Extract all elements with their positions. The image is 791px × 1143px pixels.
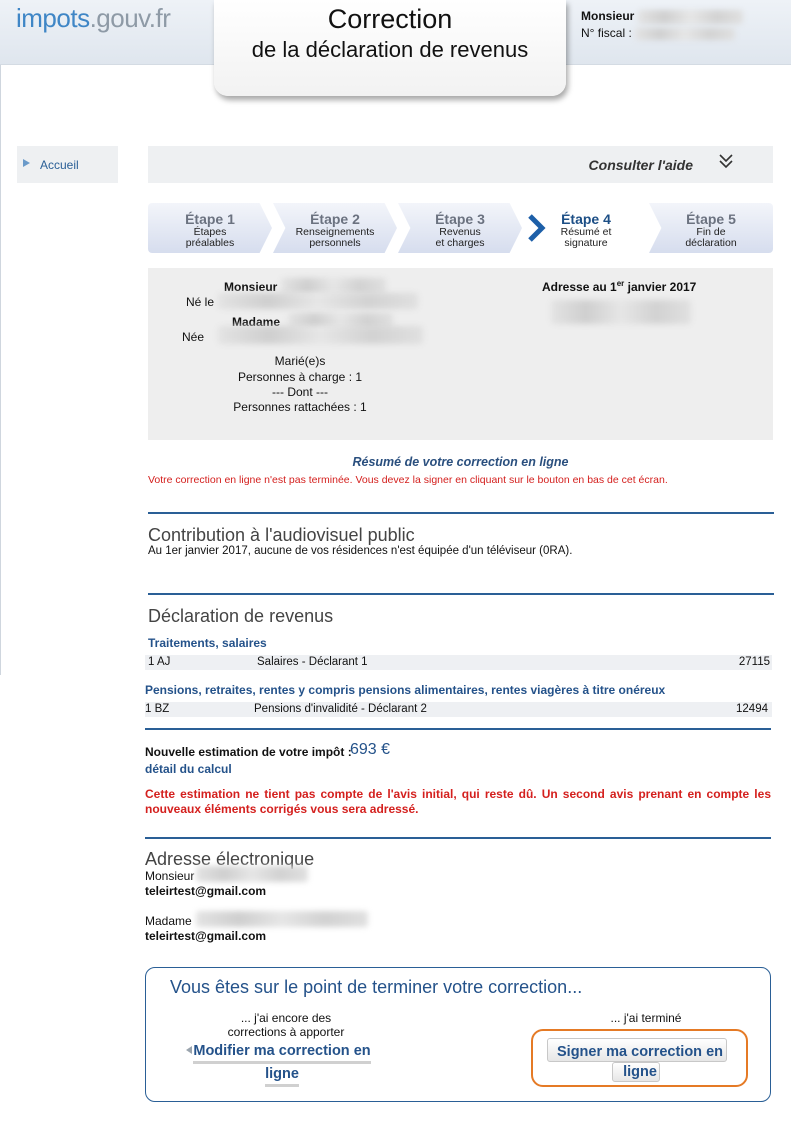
finish-panel-title: Vous êtes sur le point de terminer votre… — [170, 977, 583, 997]
email-address-1: teleirtest@gmail.com — [145, 884, 267, 898]
still-corrections-line2: corrections à apporter — [227, 1025, 345, 1039]
chevron-left-icon — [186, 1046, 192, 1054]
monsieur-birth-redacted — [218, 293, 418, 309]
email-person-2: Madame — [145, 914, 192, 928]
row-amount: 27115 — [738, 656, 770, 668]
row-label: Salaires - Déclarant 1 — [257, 656, 368, 668]
calculation-detail-link[interactable]: détail du calcul — [145, 762, 232, 776]
step-4-current: Étape 4 Résumé et signature — [524, 203, 648, 253]
section-divider — [145, 728, 771, 730]
done-label: ... j'ai terminé — [610, 1011, 682, 1025]
row-code: 1 AJ — [148, 656, 171, 668]
help-link[interactable]: Consulter l'aide — [589, 157, 693, 173]
user-info: Monsieur N° fiscal : — [581, 8, 743, 42]
step-5-title: Étape 5 — [686, 211, 736, 227]
modify-correction-button[interactable]: Modifier ma correction en ligne — [182, 1041, 382, 1087]
address-label-rest: janvier 2017 — [624, 280, 697, 294]
chevron-right-icon — [23, 159, 30, 167]
step-3: Étape 3 Revenus et charges — [398, 203, 522, 253]
table-row: 1 BZ Pensions d'invalidité - Déclarant 2… — [145, 702, 772, 717]
modify-button-line2: ligne — [265, 1064, 299, 1087]
estimate-amount: 693 € — [350, 741, 391, 758]
address-label: Adresse au 1er janvier 2017 — [542, 279, 696, 294]
sign-correction-highlight: Signer ma correction en ligne — [531, 1029, 748, 1087]
logo-text-primary: impots — [16, 3, 90, 33]
still-corrections-line1: ... j'ai encore des — [240, 1011, 332, 1025]
group-heading-salaries: Traitements, salaires — [148, 636, 267, 650]
fiscal-number-redacted — [635, 27, 736, 40]
modify-button-line1: Modifier ma correction en — [193, 1041, 371, 1064]
step-1: Étape 1 Étapes préalables — [148, 203, 272, 253]
estimate-label: Nouvelle estimation de votre impôt : — [145, 745, 352, 759]
row-label: Pensions d'invalidité - Déclarant 2 — [254, 703, 427, 715]
impots-logo[interactable]: impots.gouv.fr — [16, 3, 171, 34]
section-divider — [145, 837, 771, 839]
left-frame-border — [0, 65, 4, 675]
double-chevron-down-icon[interactable] — [717, 152, 735, 175]
person-1-name-redacted — [196, 866, 308, 882]
attached-persons-count: Personnes rattachées : 1 — [233, 400, 367, 414]
sign-correction-button[interactable]: Signer ma correction en ligne — [535, 1042, 745, 1082]
step-1-title: Étape 1 — [185, 211, 235, 227]
nav-accueil-label: Accueil — [40, 158, 79, 172]
sign-button-line2: ligne — [623, 1064, 657, 1080]
section-divider — [148, 512, 774, 514]
estimate-warning: Cette estimation ne tient pas compte de … — [145, 787, 771, 816]
identity-summary: Monsieur Né le Madame Née Marié(e)s Pers… — [148, 268, 773, 440]
page-title: Correction — [327, 4, 453, 34]
marital-status: Marié(e)s — [274, 354, 326, 368]
step-5: Étape 5 Fin de déclaration — [649, 203, 773, 253]
step-4-title: Étape 4 — [561, 211, 611, 227]
still-corrections-label: ... j'ai encore des corrections à apport… — [206, 1011, 366, 1039]
step-2: Étape 2 Renseignements personnels — [273, 203, 397, 253]
user-name-redacted — [637, 9, 743, 24]
summary-warning: Votre correction en ligne n'est pas term… — [148, 474, 668, 486]
help-bar: Consulter l'aide — [148, 146, 773, 183]
monsieur-name-redacted — [281, 278, 386, 294]
page-subtitle: de la déclaration de revenus — [251, 37, 529, 62]
declaration-title: Déclaration de revenus — [148, 606, 334, 626]
audiovisuel-title: Contribution à l'audiovisuel public — [148, 525, 415, 545]
step-3-title: Étape 3 — [435, 211, 485, 227]
step-2-desc-line2: personnels — [309, 237, 361, 249]
sign-button-line1: Signer ma correction en — [557, 1044, 723, 1060]
step-5-desc-line2: déclaration — [685, 237, 737, 249]
page-title-card: Correction de la déclaration de revenus — [214, 0, 566, 96]
row-amount: 12494 — [736, 703, 768, 715]
section-divider — [148, 593, 774, 595]
step-3-desc-line2: et charges — [435, 237, 485, 249]
finish-panel: Vous êtes sur le point de terminer votre… — [145, 967, 771, 1102]
step-4-desc-line2: signature — [564, 237, 608, 249]
summary-title: Résumé de votre correction en ligne — [352, 455, 569, 469]
row-code: 1 BZ — [145, 703, 170, 715]
fiscal-number-label: N° fiscal : — [581, 26, 632, 40]
nav-accueil[interactable]: Accueil — [17, 146, 118, 183]
table-row: 1 AJ Salaires - Déclarant 1 27115 — [145, 655, 772, 670]
madame-birth-redacted — [218, 326, 423, 344]
email-person-1: Monsieur — [145, 869, 195, 883]
step-1-desc-line2: préalables — [185, 237, 235, 249]
address-redacted — [551, 300, 691, 324]
monsieur-label: Monsieur — [224, 280, 278, 294]
email-address-2: teleirtest@gmail.com — [145, 929, 267, 943]
dependents-count: Personnes à charge : 1 — [237, 370, 363, 384]
born-f-label: Née — [182, 330, 205, 344]
step-2-title: Étape 2 — [310, 211, 360, 227]
audiovisuel-text: Au 1er janvier 2017, aucune de vos résid… — [148, 545, 573, 557]
born-label: Né le — [186, 295, 215, 309]
user-title: Monsieur — [581, 9, 635, 23]
logo-text-secondary: .gouv.fr — [89, 3, 171, 33]
person-2-name-redacted — [196, 911, 368, 927]
address-label-main: Adresse au 1 — [542, 280, 617, 294]
group-heading-pensions: Pensions, retraites, rentes y compris pe… — [145, 683, 666, 697]
dependents-separator: --- Dont --- — [272, 385, 328, 399]
